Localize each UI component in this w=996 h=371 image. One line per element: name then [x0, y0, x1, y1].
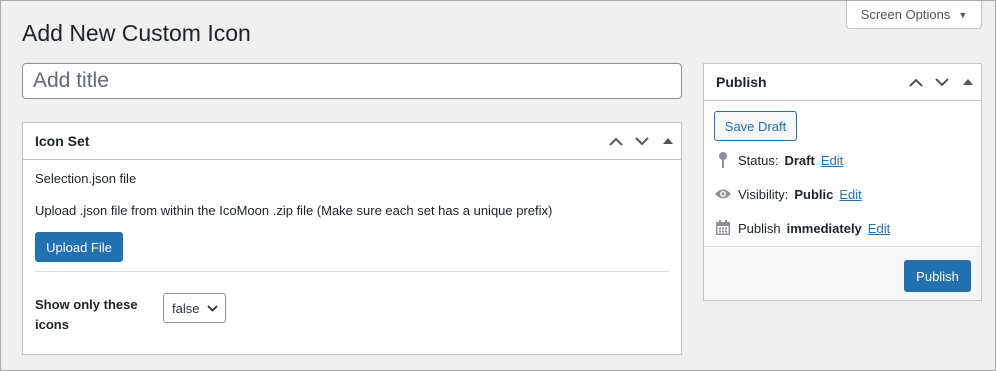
chevron-down-icon[interactable] — [929, 64, 955, 100]
visibility-row: Visibility: Public Edit — [714, 185, 862, 203]
screen-options-button[interactable]: Screen Options ▼ — [846, 1, 982, 29]
publish-handles — [903, 64, 981, 100]
calendar-icon — [714, 219, 732, 237]
icon-set-panel: Icon Set Selection.json file Upload .jso… — [22, 122, 682, 355]
visibility-label: Visibility: — [738, 186, 789, 202]
screen-options-label: Screen Options — [860, 7, 951, 22]
chevron-down-icon[interactable] — [629, 123, 655, 159]
chevron-up-icon[interactable] — [903, 64, 929, 100]
eye-icon — [714, 185, 732, 203]
triangle-up-icon[interactable] — [955, 64, 981, 100]
publish-panel: Publish Save Draft Status: Draft Edit Vi… — [703, 63, 982, 301]
show-only-icons-label: Show only these icons — [35, 297, 138, 332]
upload-description: Upload .json file from within the IcoMoo… — [35, 203, 553, 218]
title-input[interactable] — [22, 63, 682, 99]
publish-time-label: Publish — [738, 220, 781, 236]
show-only-icons-select[interactable]: false — [163, 293, 226, 323]
edit-visibility-link[interactable]: Edit — [839, 187, 861, 202]
triangle-up-icon[interactable] — [655, 123, 681, 159]
publish-time-row: Publish immediately Edit — [714, 219, 890, 237]
chevron-up-icon[interactable] — [603, 123, 629, 159]
edit-status-link[interactable]: Edit — [821, 153, 843, 168]
select-value: false — [172, 300, 200, 316]
status-row: Status: Draft Edit — [714, 151, 843, 169]
publish-title: Publish — [716, 74, 767, 90]
icon-set-handles — [603, 123, 681, 159]
upload-file-button[interactable]: Upload File — [35, 232, 123, 262]
icon-set-body: Selection.json file Upload .json file fr… — [23, 160, 681, 218]
status-label: Status: — [738, 152, 779, 168]
pin-icon — [714, 151, 732, 169]
major-publishing-actions: Publish — [704, 246, 981, 300]
selection-json-label: Selection.json file — [35, 171, 137, 186]
save-draft-button[interactable]: Save Draft — [714, 111, 797, 141]
caret-down-icon: ▼ — [958, 9, 968, 20]
divider — [35, 271, 669, 272]
icon-set-header: Icon Set — [23, 123, 681, 160]
publish-time-value: immediately — [786, 220, 862, 236]
publish-button[interactable]: Publish — [904, 260, 971, 292]
publish-body: Save Draft Status: Draft Edit Visibility… — [704, 101, 981, 246]
icon-set-title: Icon Set — [35, 133, 90, 149]
edit-publish-time-link[interactable]: Edit — [868, 221, 890, 236]
chevron-down-icon — [207, 304, 219, 312]
status-value: Draft — [784, 152, 815, 168]
publish-header: Publish — [704, 64, 981, 101]
visibility-value: Public — [794, 186, 834, 202]
page-title: Add New Custom Icon — [22, 20, 251, 46]
